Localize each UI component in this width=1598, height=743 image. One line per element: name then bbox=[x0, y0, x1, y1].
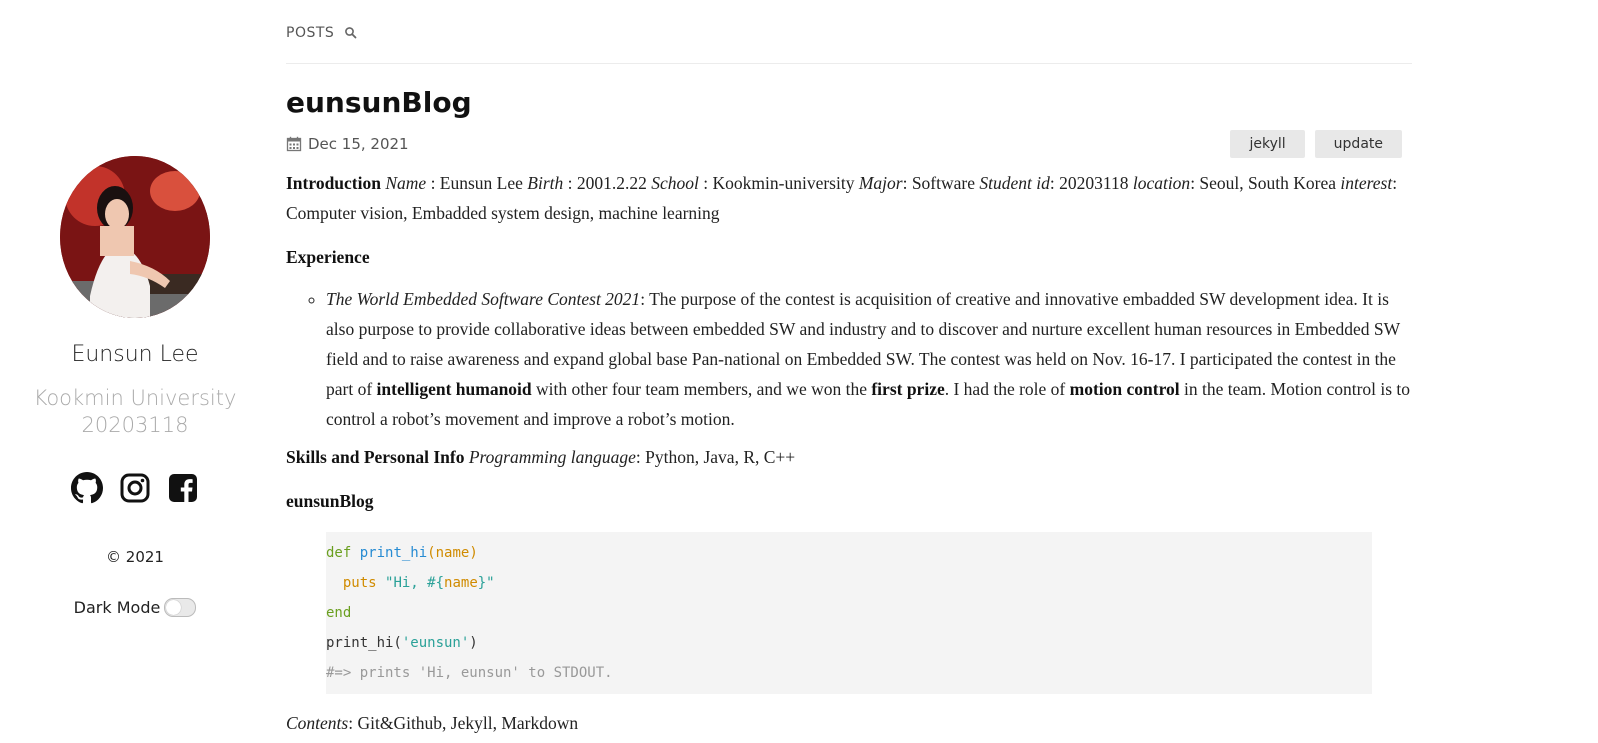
avatar[interactable] bbox=[60, 156, 210, 318]
post-title: eunsunBlog bbox=[286, 86, 472, 119]
post-date-text: Dec 15, 2021 bbox=[308, 135, 409, 153]
major-value: : Software bbox=[902, 173, 980, 193]
nav-posts-link[interactable]: POSTS bbox=[286, 23, 334, 41]
experience-list: The World Embedded Software Contest 2021… bbox=[286, 284, 1412, 434]
intro-heading: Introduction bbox=[286, 173, 381, 193]
avatar-photo bbox=[60, 156, 210, 318]
tag-jekyll[interactable]: jekyll bbox=[1230, 130, 1305, 158]
code-punct: ) bbox=[469, 545, 478, 561]
code-function: print_hi bbox=[359, 545, 428, 561]
school-label: School bbox=[651, 173, 699, 193]
interest-label: interest bbox=[1340, 173, 1393, 193]
code-call: print_hi( bbox=[326, 635, 402, 651]
code-line: end bbox=[326, 598, 1372, 628]
list-item: The World Embedded Software Contest 2021… bbox=[326, 284, 1412, 434]
sidebar: Eunsun Lee Kookmin University 20203118 ©… bbox=[0, 0, 270, 743]
author-student-id: 20203118 bbox=[81, 413, 189, 437]
code-line: #=> prints 'Hi, eunsun' to STDOUT. bbox=[326, 658, 1372, 688]
dark-mode-toggle[interactable] bbox=[164, 598, 197, 617]
contents-paragraph: Contents: Git&Github, Jekyll, Markdown bbox=[286, 708, 1412, 738]
location-value: : Seoul, South Korea bbox=[1190, 173, 1341, 193]
post-meta: Dec 15, 2021 jekyll update bbox=[286, 128, 1412, 160]
code-function: puts bbox=[342, 575, 377, 591]
name-label: Name bbox=[385, 173, 427, 193]
main-content: POSTS eunsunBlog Dec 15, 2021 jekyll upd… bbox=[286, 0, 1412, 738]
blog-heading: eunsunBlog bbox=[286, 491, 374, 511]
code-line: def print_hi(name) bbox=[326, 538, 1372, 568]
code-keyword: def bbox=[326, 545, 352, 561]
experience-text: . I had the role of bbox=[944, 379, 1070, 399]
name-value: : Eunsun Lee bbox=[426, 173, 528, 193]
contents-label: Contents bbox=[286, 713, 349, 733]
experience-text: with other four team members, and we won… bbox=[531, 379, 872, 399]
code-variable: name bbox=[444, 575, 478, 591]
contents-value: : Git&Github, Jekyll, Markdown bbox=[348, 713, 579, 733]
code-param: name bbox=[435, 545, 470, 561]
experience-bold-motion: motion control bbox=[1069, 379, 1180, 399]
code-line: print_hi('eunsun') bbox=[326, 628, 1372, 658]
github-icon[interactable] bbox=[71, 472, 103, 504]
code-punct: ( bbox=[427, 545, 436, 561]
social-links bbox=[0, 472, 270, 504]
major-label: Major bbox=[858, 173, 903, 193]
programming-language-label: Programming language bbox=[468, 447, 636, 467]
birth-value: : 2001.2.22 bbox=[563, 173, 652, 193]
post-date: Dec 15, 2021 bbox=[286, 135, 409, 153]
experience-bold-prize: first prize bbox=[871, 379, 945, 399]
experience-heading: Experience bbox=[286, 247, 370, 267]
post-body: Introduction Name : Eunsun Lee Birth : 2… bbox=[286, 168, 1412, 738]
code-keyword: end bbox=[326, 605, 352, 621]
author-name: Eunsun Lee bbox=[71, 342, 199, 367]
student-id-value: : 20203118 bbox=[1049, 173, 1133, 193]
post-tags: jekyll update bbox=[1230, 130, 1402, 158]
programming-language-value: : Python, Java, R, C++ bbox=[635, 447, 796, 467]
code-block: def print_hi(name) puts "Hi, #{name}" en… bbox=[326, 532, 1372, 694]
instagram-icon[interactable] bbox=[119, 472, 151, 504]
experience-bold-humanoid: intelligent humanoid bbox=[376, 379, 532, 399]
intro-paragraph: Introduction Name : Eunsun Lee Birth : 2… bbox=[286, 168, 1412, 228]
code-comment: #=> prints 'Hi, eunsun' to STDOUT. bbox=[326, 665, 613, 681]
author-bio: Kookmin University 20203118 bbox=[0, 385, 270, 439]
facebook-icon[interactable] bbox=[167, 472, 199, 504]
top-nav: POSTS bbox=[286, 0, 1412, 64]
code-string: "Hi, #{ bbox=[385, 575, 445, 591]
dark-mode-label: Dark Mode bbox=[73, 598, 161, 617]
code-string: 'eunsun' bbox=[401, 635, 470, 651]
skills-heading: Skills and Personal Info bbox=[286, 447, 465, 467]
student-id-label: Student id bbox=[979, 173, 1050, 193]
experience-heading-paragraph: Experience bbox=[286, 242, 1412, 272]
code-line: puts "Hi, #{name}" bbox=[326, 568, 1372, 598]
birth-label: Birth bbox=[527, 173, 564, 193]
skills-paragraph: Skills and Personal Info Programming lan… bbox=[286, 442, 1412, 472]
location-label: location bbox=[1132, 173, 1191, 193]
blog-heading-paragraph: eunsunBlog bbox=[286, 486, 1412, 516]
code-punct: ) bbox=[469, 635, 478, 651]
code-string: }" bbox=[477, 575, 495, 591]
dark-mode-switch: Dark Mode bbox=[0, 598, 270, 617]
author-school: Kookmin University bbox=[33, 386, 237, 410]
copyright: © 2021 bbox=[106, 548, 164, 566]
contest-name: The World Embedded Software Contest 2021 bbox=[326, 289, 641, 309]
calendar-icon bbox=[286, 136, 302, 152]
search-icon[interactable] bbox=[344, 26, 358, 40]
tag-update[interactable]: update bbox=[1314, 130, 1402, 158]
school-value: : Kookmin-university bbox=[698, 173, 859, 193]
